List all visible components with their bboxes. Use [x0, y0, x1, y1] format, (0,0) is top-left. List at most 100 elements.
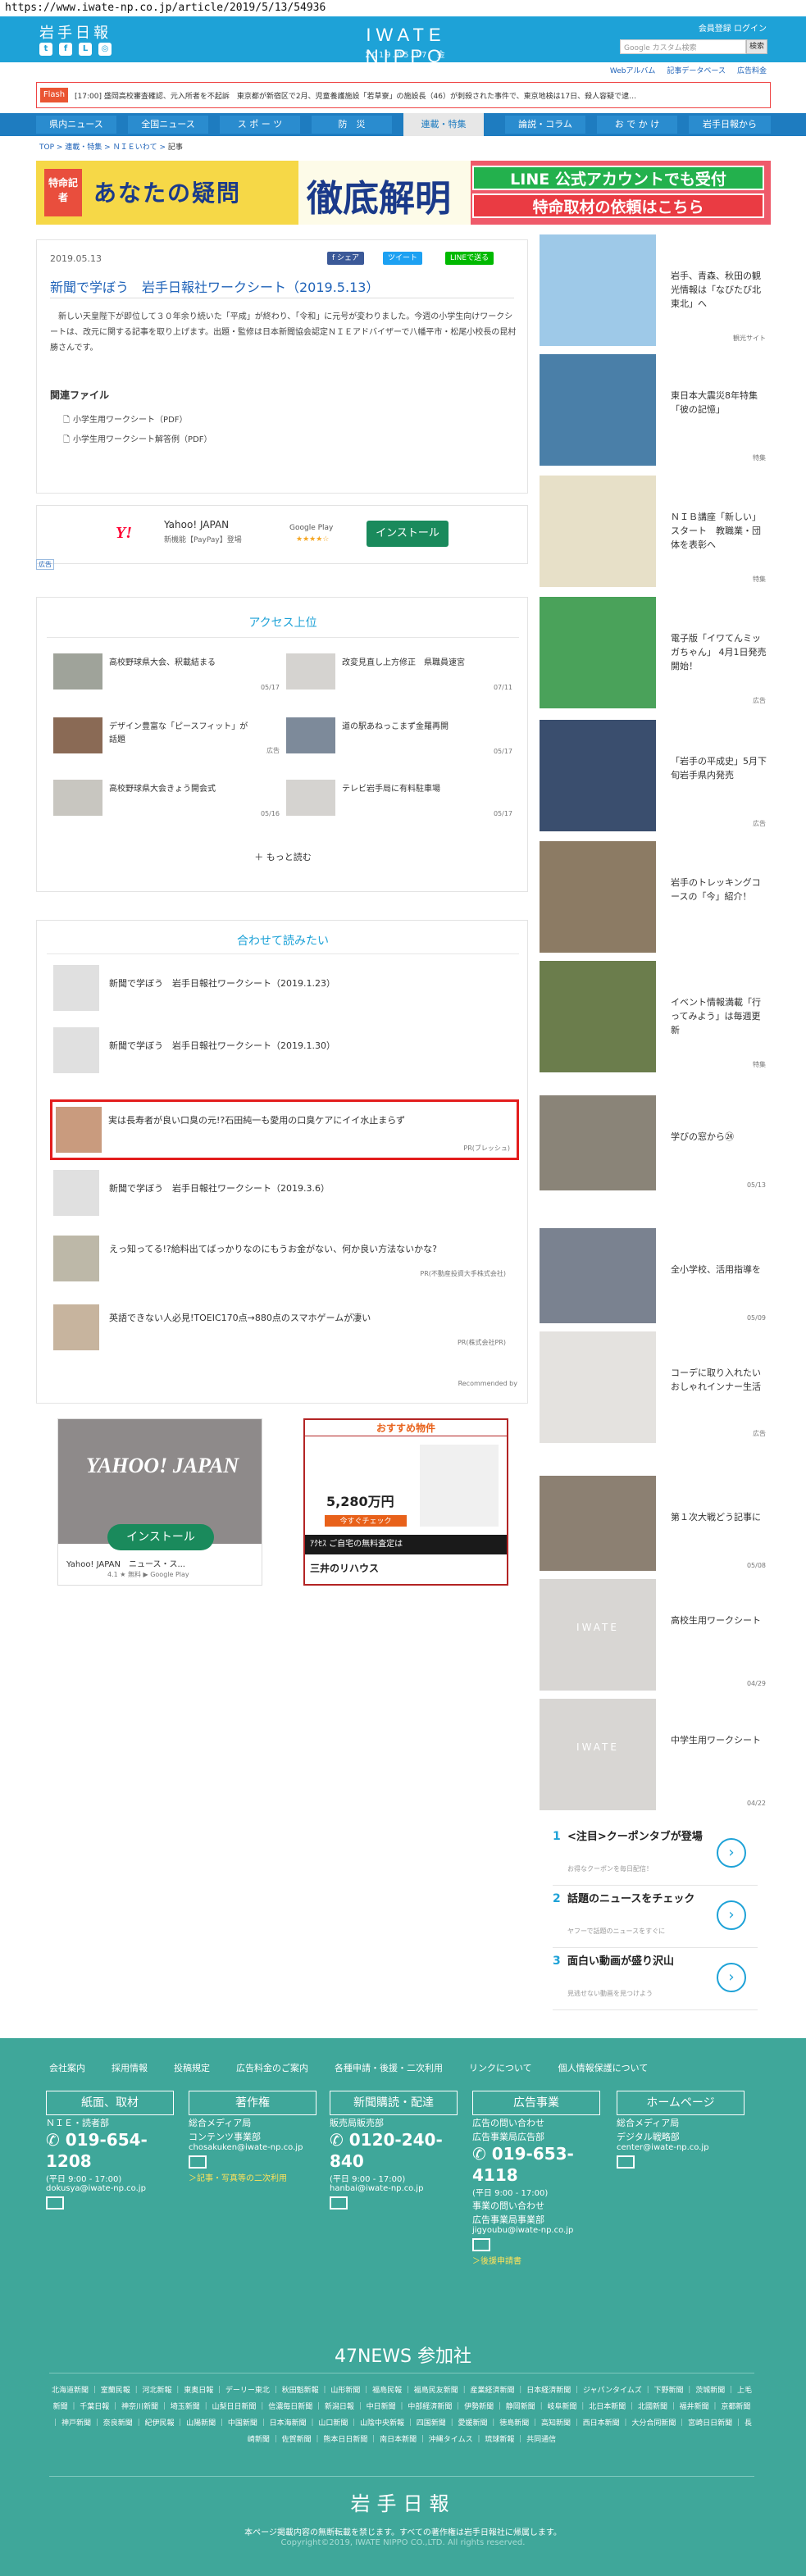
facebook-share-button[interactable]: f シェア — [327, 252, 365, 265]
recommend-item[interactable]: 新聞で学ぼう 岩手日報社ワークシート（2019.3.6） — [53, 1167, 512, 1217]
url-bar[interactable]: https://www.iwate-np.co.jp/article/2019/… — [0, 0, 806, 16]
ranking-item[interactable]: 改変見直し上方修正 県職員速宮 07/11 — [286, 653, 516, 696]
ad-app-rating: 4.1 ★ 無料 ▶ Google Play — [107, 1571, 189, 1578]
line-share-button[interactable]: LINEで送る — [445, 252, 494, 265]
realestate-ad[interactable]: おすすめ物件 5,280万円 今すぐチェック ｱｸｾｽ ご自宅の無料査定は 三井… — [303, 1418, 508, 1586]
search-input[interactable]: Google カスタム検索 — [620, 39, 746, 54]
sidebar-item[interactable]: 第１次大戦どう記事に 05/08 — [540, 1476, 771, 1577]
phone-number[interactable]: ✆ 019-654-1208 — [46, 2129, 174, 2172]
sidebar-item[interactable]: 「岩手の平成史」5月下旬岩手県内発売 広告 — [540, 720, 771, 836]
footer-link-privacy[interactable]: 個人情報保護について — [558, 2061, 649, 2074]
promo-banner[interactable]: 特命記者 あなたの疑問 徹底解明 LINE 公式アカウントでも受付 特命取材の依… — [36, 161, 771, 225]
ad-check-button[interactable]: 今すぐチェック — [325, 1515, 407, 1527]
recommend-item[interactable]: 新聞で学ぼう 岩手日報社ワークシート（2019.1.30） — [53, 1024, 512, 1075]
sidebar-item[interactable]: 岩手、青森、秋田の観光情報は「なびたび北東北」へ 観光サイト — [540, 234, 771, 351]
instagram-icon[interactable]: ◎ — [98, 43, 112, 56]
flash-text[interactable]: [17:00] 盛岡高校審査確認、元入所者を不起訴 東京都が新宿区で2月、児童養… — [75, 90, 763, 101]
email-link[interactable]: hanbai@iwate-np.co.jp — [330, 2184, 458, 2193]
chevron-right-icon[interactable]: › — [717, 1900, 746, 1930]
nav-item-sports[interactable]: ス ポ ー ツ — [220, 116, 300, 134]
sidebar-item[interactable]: 東日本大震災8年特集「彼の記憶」 特集 — [540, 354, 771, 471]
recommend-title: 合わせて読みたい — [237, 935, 329, 948]
sidebar-item[interactable]: ＮＩＢ講座「新しい」スタート 教職業・団体を表彰へ 特集 — [540, 476, 771, 592]
recommend-item[interactable]: 新聞で学ぼう 岩手日報社ワークシート（2019.1.23） — [53, 962, 512, 1013]
more-button[interactable]: ＋ もっと読む — [37, 850, 529, 863]
logo[interactable]: 岩手日報 — [39, 21, 112, 43]
breadcrumb-nie[interactable]: ＮＩＥいわて — [113, 143, 157, 152]
nav-item-local[interactable]: 県内ニュース — [36, 116, 116, 134]
mail-icon[interactable] — [617, 2155, 635, 2169]
footer-link-recruit[interactable]: 採用情報 — [112, 2061, 148, 2074]
subnav-database[interactable]: 記事データベース — [667, 65, 726, 75]
file-link-answers[interactable]: 小学生用ワークシート解答例（PDF） — [63, 432, 212, 448]
secondary-use-link[interactable]: ＞記事・写真等の二次利用 — [189, 2171, 316, 2183]
sidebar-item[interactable]: 電子版「イワてんミッガちゃん」 4月1日発売開始！ 広告 — [540, 597, 771, 713]
sidebar-item[interactable]: 学びの窓から㉔ 05/13 — [540, 1095, 771, 1197]
recommend-item-sponsored[interactable]: えっ知ってる!?給料出てばっかりなのにもうお金がない、何か良い方法ないかな? P… — [53, 1232, 512, 1283]
ad-heading: おすすめ物件 — [305, 1420, 507, 1436]
recommend-credit[interactable]: Recommended by — [458, 1380, 517, 1387]
chevron-right-icon[interactable]: › — [717, 1838, 746, 1868]
email-link[interactable]: center@iwate-np.co.jp — [617, 2143, 745, 2152]
nav-item-features[interactable]: 連載・特集 — [403, 113, 484, 136]
mail-icon[interactable] — [330, 2196, 348, 2210]
footer-link-company[interactable]: 会社案内 — [49, 2061, 85, 2074]
more-label: もっと読む — [266, 852, 312, 862]
footer-link-linking[interactable]: リンクについて — [469, 2061, 532, 2074]
mail-icon[interactable] — [46, 2196, 64, 2210]
footer-logo[interactable]: 岩手日報 — [0, 2487, 806, 2516]
subnav-album[interactable]: Webアルバム — [610, 65, 656, 75]
email-link[interactable]: chosakuken@iwate-np.co.jp — [189, 2143, 316, 2152]
nav-item-outing[interactable]: お で か け — [597, 116, 677, 134]
phone-number[interactable]: ✆ 019-653-4118 — [472, 2143, 600, 2186]
sidebar-item[interactable]: 全小学校、活用指導を 05/09 — [540, 1228, 771, 1330]
sidebar-item[interactable]: コーデに取り入れたいおしゃれインナー生活 広告 — [540, 1331, 771, 1446]
line-icon[interactable]: L — [79, 43, 92, 56]
ad-install-button[interactable]: インストール — [107, 1524, 214, 1550]
file-link-elementary[interactable]: 小学生用ワークシート（PDF） — [63, 412, 187, 428]
footer-link-submission[interactable]: 投稿規定 — [174, 2061, 210, 2074]
ranking-item[interactable]: テレビ岩手局に有料駐車場 05/17 — [286, 780, 516, 822]
pr-list-item[interactable]: 2 話題のニュースをチェック ヤフーで話題のニュースをすぐに › — [553, 1887, 758, 1948]
pr-list-item[interactable]: 1 <注目>クーポンタブが登場 お得なクーポンを毎日配信！ › — [553, 1825, 758, 1886]
nav-item-from-nippo[interactable]: 岩手日報から — [689, 116, 771, 134]
sidebar-item[interactable]: IWATE 中学生用ワークシート 04/22 — [540, 1699, 771, 1815]
chevron-right-icon[interactable]: › — [717, 1963, 746, 1992]
nav-item-national[interactable]: 全国ニュース — [128, 116, 208, 134]
sponsorship-link[interactable]: ＞後援申請書 — [472, 2254, 600, 2266]
email-link[interactable]: dokusya@iwate-np.co.jp — [46, 2184, 174, 2193]
mail-icon[interactable] — [189, 2155, 207, 2169]
ranking-item[interactable]: 高校野球県大会きょう開会式 05/16 — [53, 780, 283, 822]
tweet-button[interactable]: ツイート — [383, 252, 423, 265]
ranking-item[interactable]: 道の駅あねっこまず金羅再開 05/17 — [286, 717, 516, 760]
install-button[interactable]: インストール — [367, 521, 449, 547]
nav-item-disaster[interactable]: 防 災 — [312, 116, 392, 134]
sidebar-item[interactable]: イベント情報満載「行ってみよう」は毎週更新 特集 — [540, 961, 771, 1077]
sidebar-item[interactable]: IWATE 高校生用ワークシート 04/29 — [540, 1579, 771, 1695]
ranking-item[interactable]: デザイン豊富な「ピースフィット」が話題 広告 — [53, 717, 283, 760]
brand-wordmark[interactable]: IWATE NIPPO — [324, 25, 488, 67]
footer-link-applications[interactable]: 各種申請・後援・二次利用 — [335, 2061, 443, 2074]
subnav-ad-rates[interactable]: 広告料金 — [737, 65, 767, 75]
recommend-item-sponsored[interactable]: 英語できない人必見!TOEIC170点→880点のスマホゲームが凄い PR(株式… — [53, 1301, 512, 1352]
twitter-icon[interactable]: t — [39, 43, 52, 56]
sidebar-item[interactable]: 岩手のトレッキングコースの「今」紹介！ — [540, 841, 771, 958]
ranking-item[interactable]: 高校野球県大会、釈載結まる 05/17 — [53, 653, 283, 696]
nav-item-editorial[interactable]: 論説・コラム — [505, 116, 585, 134]
news47-member-list[interactable]: 北海道新聞 ｜ 室蘭民報 ｜ 河北新報 ｜ 東奥日報 ｜ デーリー東北 ｜ 秋田… — [49, 2383, 754, 2448]
account-links[interactable]: 会員登録 ログイン — [699, 21, 767, 34]
facebook-icon[interactable]: f — [59, 43, 72, 56]
yahoo-app-ad[interactable]: Y! Yahoo! JAPAN 新機能【PayPay】登場 Google Pla… — [36, 505, 528, 564]
phone-number[interactable]: ✆ 0120-240-840 — [330, 2129, 458, 2172]
mail-icon[interactable] — [472, 2238, 490, 2251]
breadcrumb-top[interactable]: TOP — [39, 143, 54, 152]
search-button[interactable]: 検索 — [746, 39, 767, 54]
pr-list-item[interactable]: 3 面白い動画が盛り沢山 見逃せない動画を見つけよう › — [553, 1950, 758, 2010]
footer-link-ad-rates[interactable]: 広告料金のご案内 — [236, 2061, 308, 2074]
yahoo-news-ad[interactable]: YAHOO! JAPAN インストール Yahoo! JAPAN ニュース・ス.… — [57, 1418, 262, 1586]
recommend-item-sponsored[interactable]: 実は長寿者が良い口臭の元!?石田純一も愛用の口臭ケアにイイ水止まらず PR(ブレ… — [50, 1099, 519, 1160]
copyright-notice: 本ページ掲載内容の無断転載を禁じます。すべての著作権は岩手日報社に帰属します。 — [244, 2528, 562, 2537]
email-link[interactable]: jigyoubu@iwate-np.co.jp — [472, 2226, 600, 2235]
ad-label[interactable]: 広告 — [36, 559, 54, 570]
breadcrumb-features[interactable]: 連載・特集 — [65, 143, 102, 152]
